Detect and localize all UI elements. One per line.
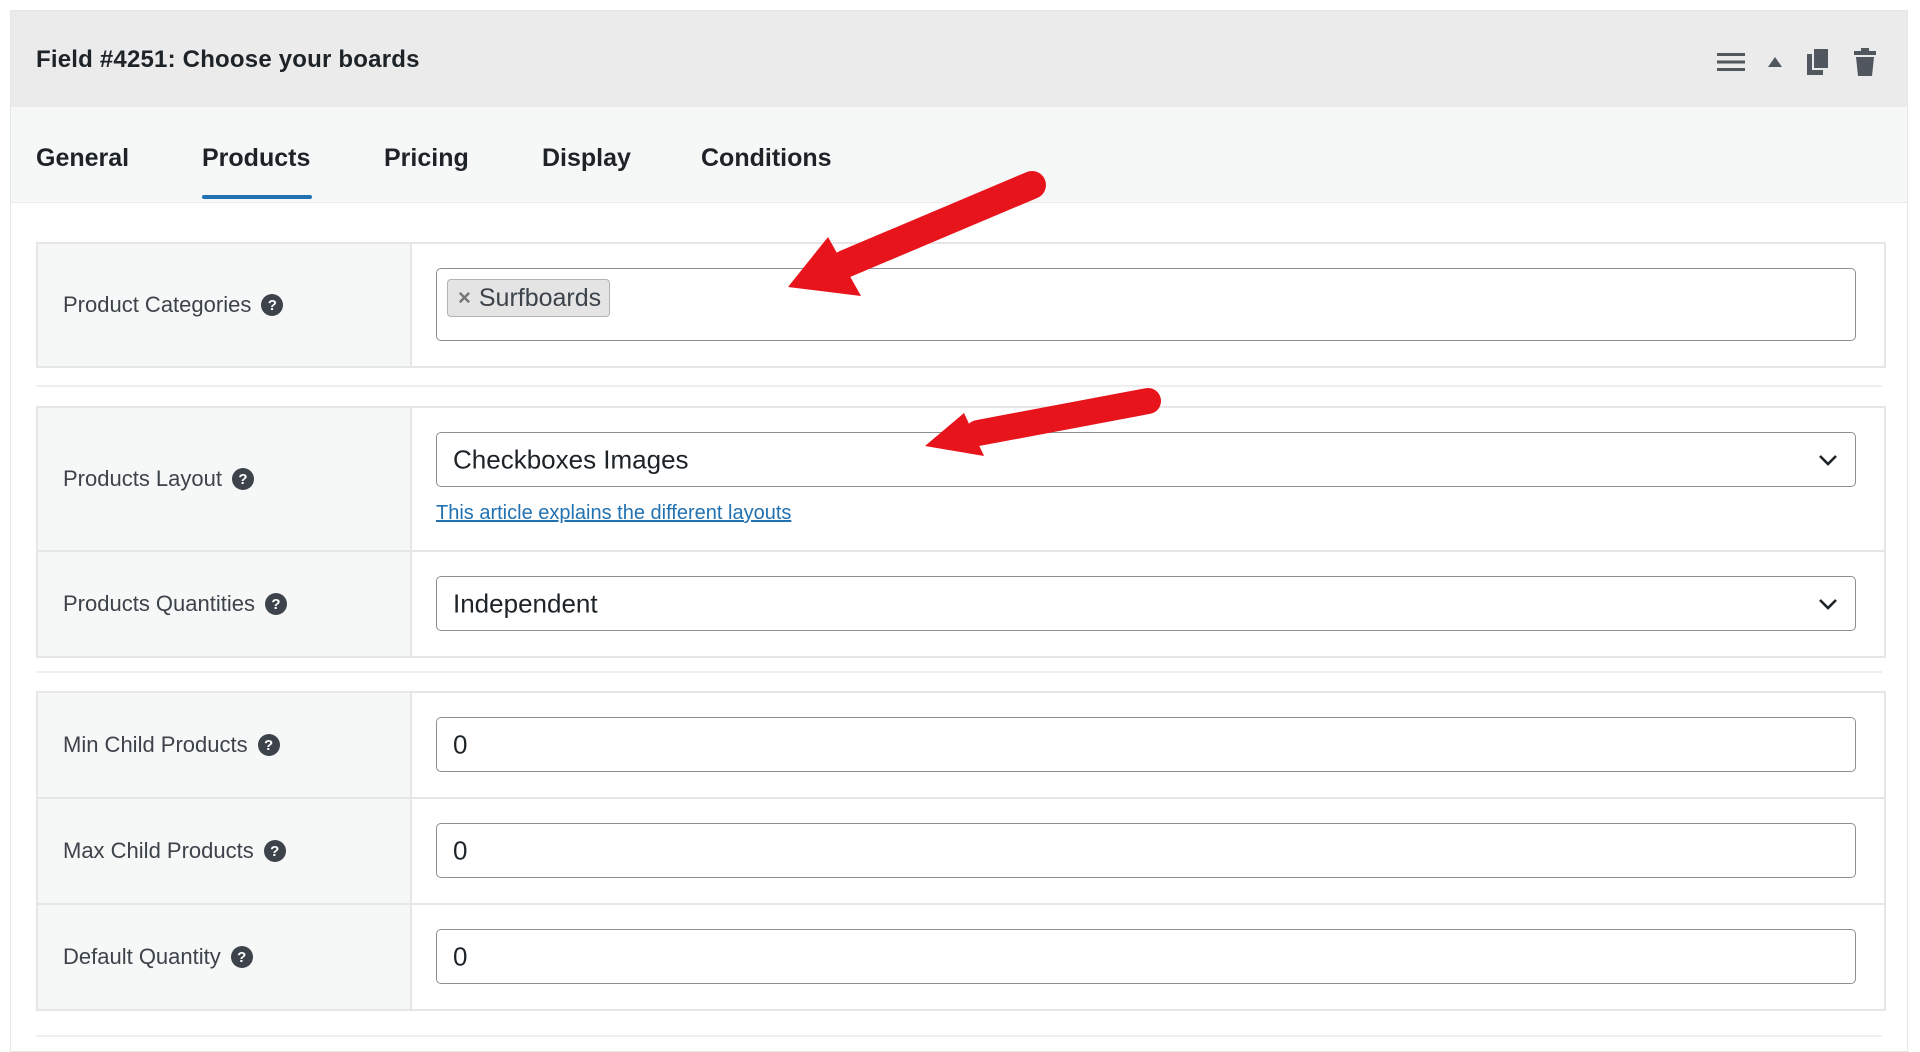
max-child-products-label: Max Child Products [63, 838, 254, 863]
trash-icon[interactable] [1853, 47, 1877, 77]
tab-bar: General Products Pricing Display Conditi… [11, 107, 1907, 203]
products-quantities-select[interactable]: Independent [436, 576, 1856, 631]
duplicate-icon[interactable] [1805, 47, 1831, 77]
product-categories-row: Product Categories ? × Surfboards [38, 244, 1884, 366]
help-icon[interactable]: ? [230, 946, 253, 968]
product-categories-input[interactable]: × Surfboards [436, 268, 1856, 341]
header-actions [1717, 45, 1877, 79]
layouts-help-link[interactable]: This article explains the different layo… [436, 502, 791, 525]
products-quantities-value: Independent [453, 588, 598, 618]
label-cell: Products Quantities ? [38, 552, 412, 656]
category-tag-surfboards: × Surfboards [447, 279, 611, 317]
child-products-section: Min Child Products ? 0 Max Child Product… [36, 691, 1886, 1011]
products-layout-value: Checkboxes Images [453, 444, 689, 474]
menu-icon[interactable] [1717, 51, 1745, 73]
collapse-arrow-icon[interactable] [1767, 55, 1783, 69]
label-cell: Default Quantity ? [38, 905, 412, 1009]
label-cell: Products Layout ? [38, 408, 412, 550]
tab-products[interactable]: Products [202, 144, 310, 173]
tab-pricing[interactable]: Pricing [384, 144, 469, 173]
section-divider [36, 385, 1882, 387]
categories-section: Product Categories ? × Surfboards [36, 242, 1886, 368]
label-cell: Min Child Products ? [38, 693, 412, 797]
remove-tag-icon[interactable]: × [458, 285, 471, 311]
panel-title: Field #4251: Choose your boards [36, 46, 420, 73]
field-panel: Field #4251: Choose your boards General [10, 10, 1908, 1052]
products-quantities-label: Products Quantities [63, 591, 255, 616]
help-icon[interactable]: ? [257, 734, 280, 756]
min-child-products-row: Min Child Products ? 0 [38, 693, 1884, 797]
products-layout-select[interactable]: Checkboxes Images [436, 432, 1856, 487]
products-layout-row: Products Layout ? Checkboxes Images This… [38, 408, 1884, 550]
min-child-products-label: Min Child Products [63, 732, 248, 757]
default-quantity-input[interactable]: 0 [436, 929, 1856, 984]
section-divider [36, 1035, 1882, 1037]
default-quantity-row: Default Quantity ? 0 [38, 903, 1884, 1009]
tab-general[interactable]: General [36, 144, 129, 173]
max-child-products-value: 0 [453, 835, 468, 865]
max-child-products-row: Max Child Products ? 0 [38, 797, 1884, 903]
section-divider [36, 671, 1882, 673]
help-icon[interactable]: ? [264, 593, 287, 615]
tag-label: Surfboards [478, 283, 602, 312]
help-icon[interactable]: ? [263, 840, 286, 862]
min-child-products-value: 0 [453, 729, 468, 759]
layout-section: Products Layout ? Checkboxes Images This… [36, 406, 1886, 658]
products-quantities-row: Products Quantities ? Independent [38, 550, 1884, 656]
min-child-products-input[interactable]: 0 [436, 717, 1856, 772]
panel-header: Field #4251: Choose your boards [11, 11, 1907, 107]
chevron-down-icon [1819, 598, 1837, 610]
tab-display[interactable]: Display [542, 144, 631, 173]
max-child-products-input[interactable]: 0 [436, 823, 1856, 878]
product-categories-label: Product Categories [63, 292, 252, 317]
default-quantity-label: Default Quantity [63, 944, 221, 969]
tab-conditions[interactable]: Conditions [701, 144, 832, 173]
chevron-down-icon [1819, 454, 1837, 466]
label-cell: Product Categories ? [38, 244, 412, 366]
label-cell: Max Child Products ? [38, 799, 412, 903]
help-icon[interactable]: ? [261, 294, 284, 316]
help-icon[interactable]: ? [231, 468, 254, 490]
products-layout-label: Products Layout [63, 466, 222, 491]
default-quantity-value: 0 [453, 941, 468, 971]
active-tab-indicator [202, 195, 312, 199]
